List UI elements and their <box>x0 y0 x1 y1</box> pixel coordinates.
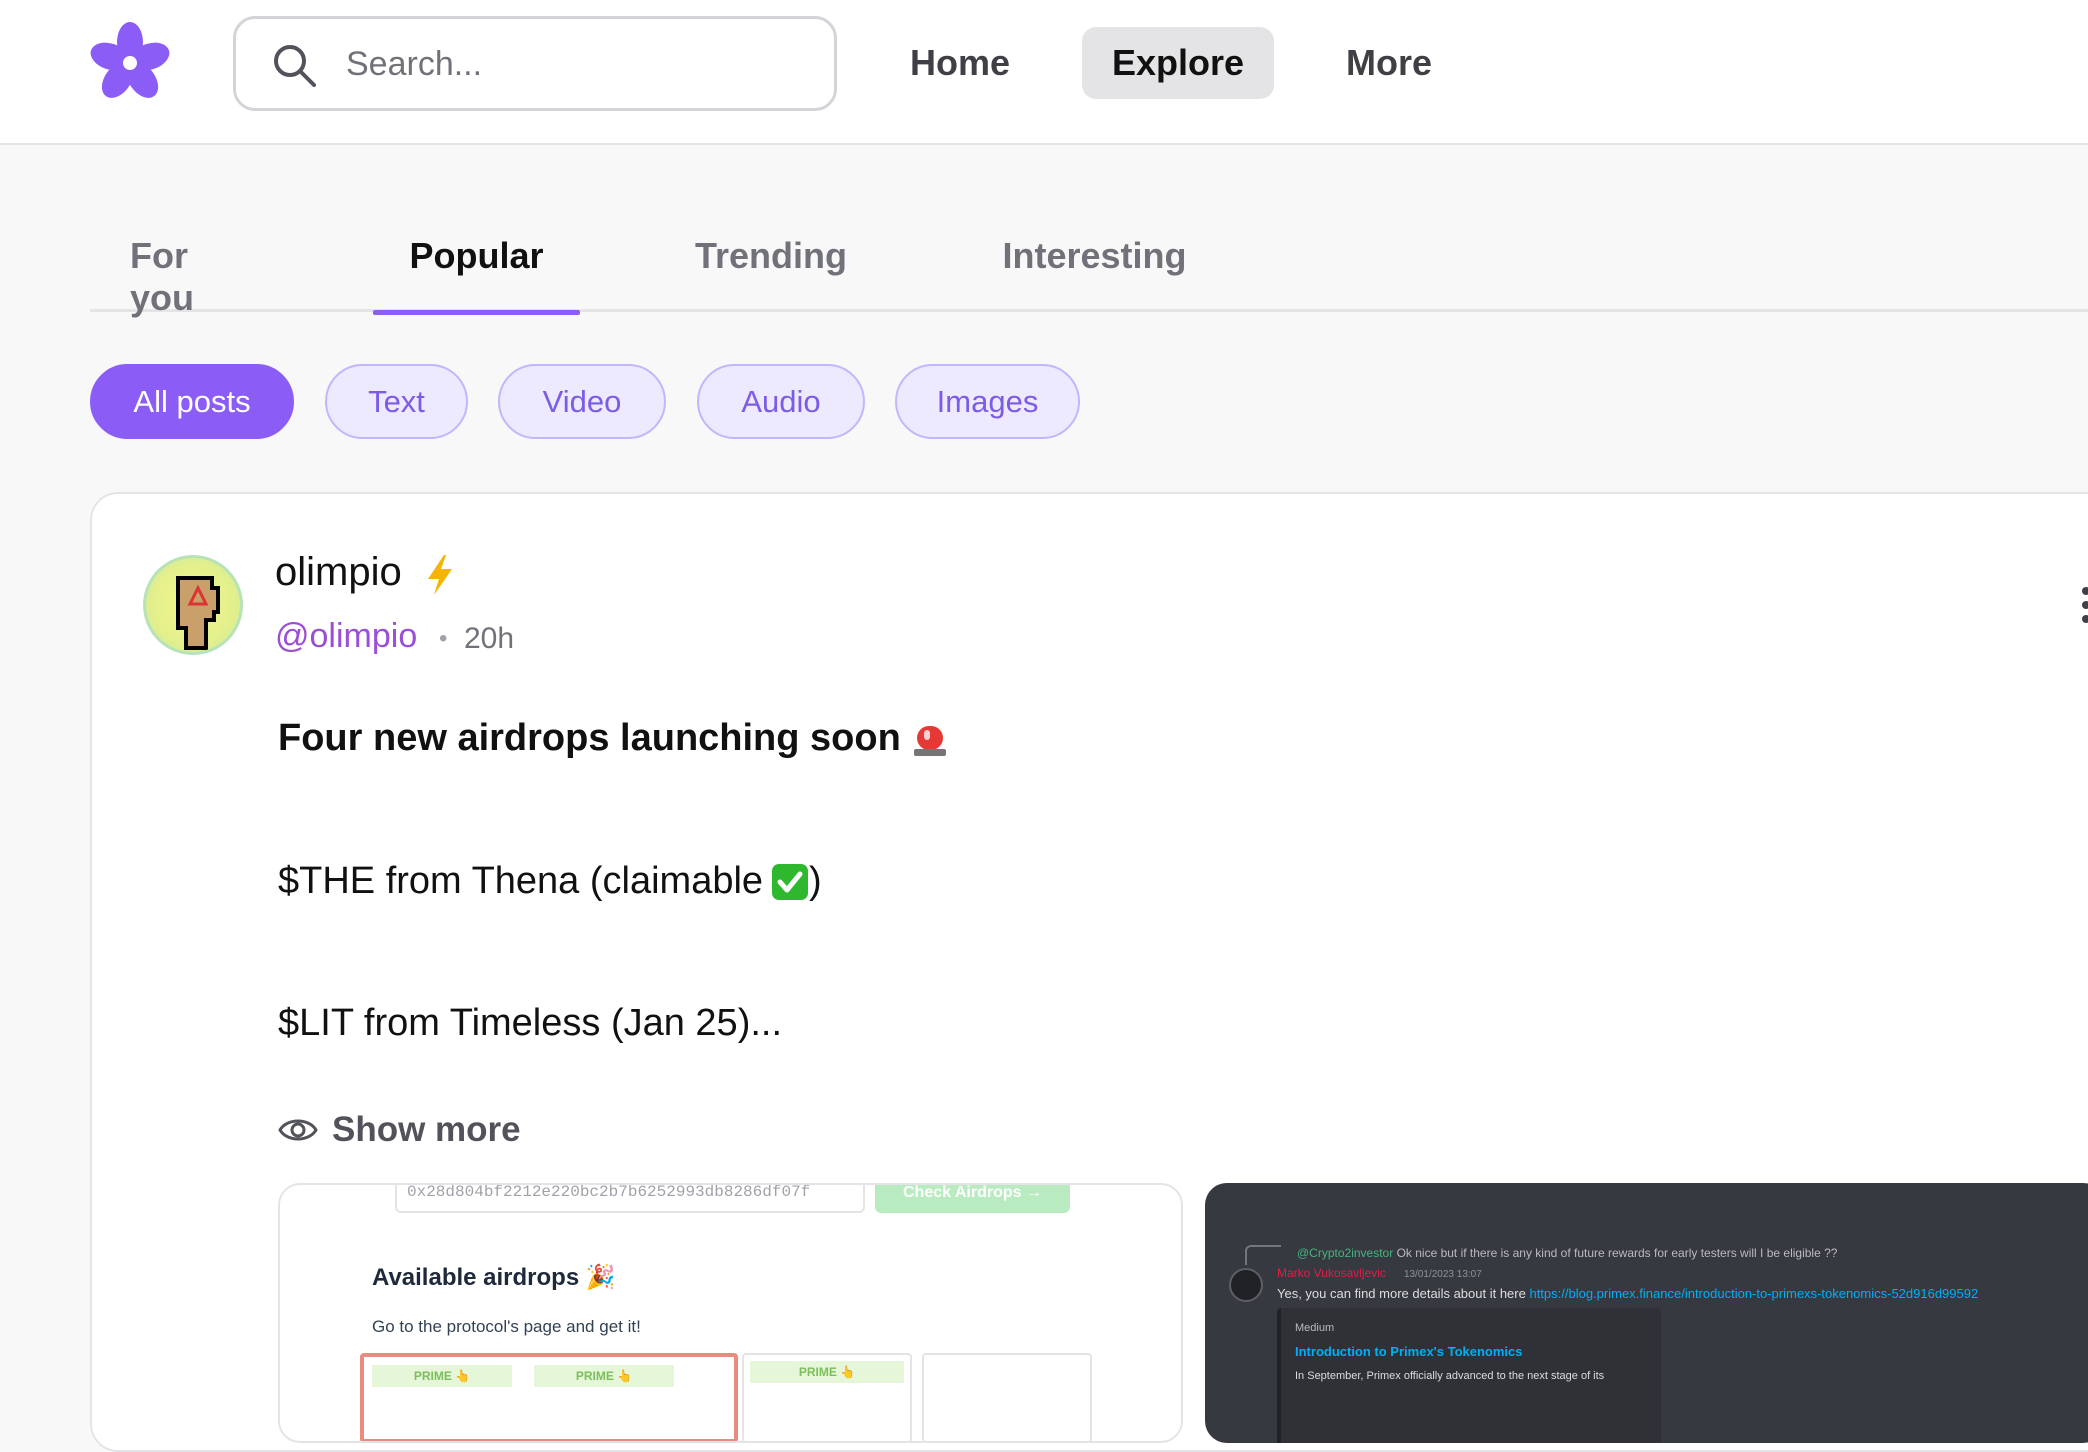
reply-mention: @Crypto2investor <box>1297 1246 1394 1260</box>
check-airdrops-button: Check Airdrops → <box>875 1185 1070 1213</box>
post-headline: Four new airdrops launching soon <box>278 717 901 759</box>
show-more-button[interactable]: Show more <box>278 1105 521 1155</box>
separator-dot: • <box>439 625 448 652</box>
post-text-line: $THE from Thena (claimable ) <box>278 860 822 903</box>
tab-popular[interactable]: Popular <box>373 235 580 315</box>
available-airdrops-heading: Available airdrops 🎉 <box>372 1264 616 1291</box>
lightning-icon <box>428 555 452 595</box>
more-options-icon[interactable] <box>2080 585 2088 625</box>
discord-message: Yes, you can find more details about it … <box>1277 1286 1978 1301</box>
feed-tabs: For you Popular Trending Interesting <box>90 215 2088 318</box>
reply-text: Ok nice but if there is any kind of futu… <box>1396 1246 1838 1260</box>
pixel-face-icon <box>176 576 220 650</box>
filter-video[interactable]: Video <box>498 364 666 439</box>
post-text-line: Four new airdrops launching soon <box>278 717 949 760</box>
top-bar: Home Explore More <box>0 0 2088 145</box>
post-time: 20h <box>464 622 515 655</box>
reply-preview: @Crypto2investor Ok nice but if there is… <box>1297 1246 1837 1260</box>
post-line-timeless: $LIT from Timeless (Jan 25)... <box>278 1002 783 1044</box>
nav-explore[interactable]: Explore <box>1082 27 1275 99</box>
nav-home[interactable]: Home <box>880 27 1040 99</box>
check-icon <box>772 863 809 900</box>
discord-author-name: Marko Vukosavljevic <box>1277 1266 1386 1280</box>
embed-provider: Medium <box>1295 1322 1335 1334</box>
airdrops-subtext: Go to the protocol's page and get it! <box>372 1317 641 1336</box>
flower-logo[interactable] <box>85 18 175 108</box>
airdrop-tile: PRIME 👆 PRIME 👆 <box>360 1353 738 1441</box>
tab-trending[interactable]: Trending <box>695 235 847 312</box>
discord-message-link: https://blog.primex.finance/introduction… <box>1529 1286 1979 1301</box>
post-image-airdrops[interactable]: 0x28d804bf2212e220bc2b7b6252993db8286df0… <box>278 1183 1183 1443</box>
tab-interesting[interactable]: Interesting <box>1002 235 1186 312</box>
post-text-line: $LIT from Timeless (Jan 25)... <box>278 1002 782 1045</box>
avatar[interactable] <box>143 555 243 655</box>
post-line-thena: $THE from Thena (claimable <box>278 860 764 902</box>
tile-label: PRIME 👆 <box>372 1365 512 1387</box>
embed-description: In September, Primex officially advanced… <box>1295 1370 1605 1382</box>
wallet-address-field: 0x28d804bf2212e220bc2b7b6252993db8286df0… <box>395 1185 865 1213</box>
show-more-label: Show more <box>332 1110 521 1149</box>
discord-date: 13/01/2023 13:07 <box>1403 1269 1482 1280</box>
airdrop-tile <box>922 1353 1092 1441</box>
search-icon <box>274 45 316 87</box>
filter-images[interactable]: Images <box>895 364 1080 439</box>
reply-connector <box>1245 1245 1281 1265</box>
post-author-name[interactable]: olimpio <box>275 550 402 595</box>
eye-icon <box>278 1119 318 1141</box>
tile-label: PRIME 👆 <box>534 1365 674 1387</box>
link-embed: Medium Introduction to Primex's Tokenomi… <box>1277 1308 1661 1443</box>
filter-all-posts[interactable]: All posts <box>90 364 294 439</box>
airdrop-tile: PRIME 👆 <box>742 1353 912 1441</box>
post-image-discord[interactable]: @Crypto2investor Ok nice but if there is… <box>1205 1183 2088 1443</box>
search-input[interactable] <box>346 37 816 91</box>
discord-message-text: Yes, you can find more details about it … <box>1277 1286 1526 1301</box>
nav-more[interactable]: More <box>1316 27 1462 99</box>
filter-text[interactable]: Text <box>325 364 468 439</box>
post-line-suffix: ) <box>809 860 822 902</box>
discord-author: Marko Vukosavljevic 13/01/2023 13:07 <box>1277 1266 1482 1280</box>
post-author-handle[interactable]: @olimpio <box>275 617 417 656</box>
embed-title: Introduction to Primex's Tokenomics <box>1295 1344 1523 1359</box>
tab-for-you[interactable]: For you <box>130 235 240 318</box>
filter-audio[interactable]: Audio <box>697 364 865 439</box>
discord-avatar <box>1229 1268 1263 1302</box>
search-box[interactable] <box>233 16 837 111</box>
siren-icon <box>913 725 946 756</box>
